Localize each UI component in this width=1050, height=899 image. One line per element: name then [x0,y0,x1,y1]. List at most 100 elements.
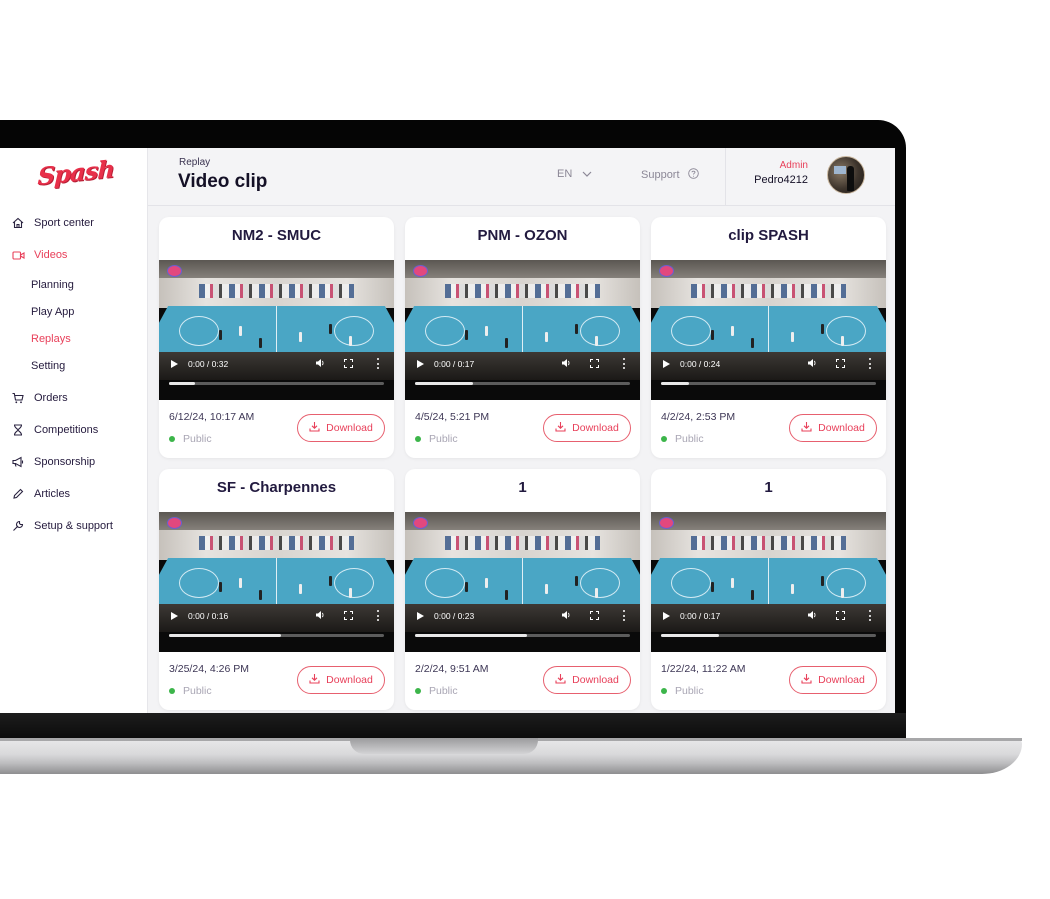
volume-icon[interactable] [561,610,571,623]
more-options-icon[interactable] [869,610,872,621]
video-progress-bar[interactable] [415,634,630,637]
fullscreen-icon[interactable] [590,611,599,620]
user-info[interactable]: Admin Pedro4212 [738,160,808,186]
sidebar-item-label: Setup & support [34,520,113,532]
visibility-status: Public [169,685,212,697]
cart-icon [11,391,25,405]
sidebar-item-articles[interactable]: Articles [0,482,148,506]
play-icon[interactable] [171,360,178,368]
more-options-icon[interactable] [623,358,626,369]
video-buffered-fill [661,382,689,385]
play-icon[interactable] [171,612,178,620]
visibility-status: Public [661,685,704,697]
laptop-chin [0,713,906,738]
sidebar-item-label: Articles [34,488,71,500]
spash-logo[interactable]: Spash [37,154,114,198]
sidebar-item-label: Sport center [34,217,94,229]
sidebar-item-sport-center[interactable]: Sport center [0,211,148,235]
laptop-notch [350,738,538,754]
volume-icon[interactable] [807,610,817,623]
fullscreen-icon[interactable] [836,611,845,620]
clip-title: clip SPASH [728,227,809,244]
more-options-icon[interactable] [377,358,380,369]
download-button[interactable]: Download [297,414,385,442]
video-time: 0:00 / 0:16 [188,611,229,621]
more-options-icon[interactable] [377,610,380,621]
volume-icon[interactable] [561,358,571,371]
sidebar-item-setup-support[interactable]: Setup & support [0,514,148,538]
visibility-label: Public [429,685,458,697]
sidebar-item-label: Competitions [34,424,99,436]
sidebar-item-orders[interactable]: Orders [0,386,148,410]
status-dot-icon [415,688,421,694]
video-controls: 0:00 / 0:32 [159,355,394,375]
video-player[interactable]: 0:00 / 0:32 [159,260,394,400]
video-progress-bar[interactable] [169,382,384,385]
status-dot-icon [169,688,175,694]
more-options-icon[interactable] [623,610,626,621]
video-player[interactable]: 0:00 / 0:17 [405,260,640,400]
trophy-icon [11,423,25,437]
avatar[interactable] [827,156,865,194]
breadcrumb[interactable]: Replay [179,157,210,168]
sidebar-subitem-replays[interactable]: Replays [31,330,71,348]
volume-icon[interactable] [807,358,817,371]
sidebar-item-videos[interactable]: Videos [0,243,148,267]
language-label: EN [557,168,573,180]
club-logo [413,265,428,277]
video-progress-bar[interactable] [415,382,630,385]
download-button[interactable]: Download [789,414,877,442]
support-label: Support [641,169,680,181]
laptop-mockup: Spash Sport center Videos Planning Play … [0,0,1050,899]
video-progress-bar[interactable] [169,634,384,637]
sidebar-subitem-planning[interactable]: Planning [31,276,74,294]
more-options-icon[interactable] [869,358,872,369]
video-player[interactable]: 0:00 / 0:16 [159,512,394,652]
visibility-status: Public [169,433,212,445]
video-progress-bar[interactable] [661,634,876,637]
download-button[interactable]: Download [789,666,877,694]
status-dot-icon [415,436,421,442]
video-clip-card: 1 0:00 / 0:17 1/22/24, 11:22 AM Public D… [651,469,886,710]
chevron-down-icon [582,168,592,180]
clip-date: 2/2/24, 9:51 AM [415,663,489,675]
sidebar-item-sponsorship[interactable]: Sponsorship [0,450,148,474]
clip-title: PNM - OZON [477,227,568,244]
video-controls: 0:00 / 0:23 [405,607,640,627]
clip-title: 1 [764,479,773,496]
download-button[interactable]: Download [543,414,631,442]
play-icon[interactable] [417,360,424,368]
visibility-status: Public [415,433,458,445]
sidebar-subitem-setting[interactable]: Setting [31,357,65,375]
language-selector[interactable]: EN [557,168,592,180]
fullscreen-icon[interactable] [344,611,353,620]
visibility-label: Public [183,433,212,445]
video-progress-bar[interactable] [661,382,876,385]
sidebar-item-competitions[interactable]: Competitions [0,418,148,442]
status-dot-icon [661,436,667,442]
play-icon[interactable] [663,360,670,368]
visibility-label: Public [675,685,704,697]
sidebar: Spash Sport center Videos Planning Play … [0,148,148,713]
play-icon[interactable] [663,612,670,620]
video-player[interactable]: 0:00 / 0:17 [651,512,886,652]
play-icon[interactable] [417,612,424,620]
download-label: Download [326,674,373,686]
download-button[interactable]: Download [297,666,385,694]
support-link[interactable]: Support [641,168,699,182]
video-player[interactable]: 0:00 / 0:24 [651,260,886,400]
visibility-label: Public [675,433,704,445]
sidebar-item-label: Orders [34,392,68,404]
volume-icon[interactable] [315,610,325,623]
visibility-label: Public [183,685,212,697]
fullscreen-icon[interactable] [590,359,599,368]
sidebar-subitem-play-app[interactable]: Play App [31,303,74,321]
top-header: Replay Video clip EN Support Admin Pedro… [148,148,895,206]
download-label: Download [818,422,865,434]
fullscreen-icon[interactable] [836,359,845,368]
volume-icon[interactable] [315,358,325,371]
video-player[interactable]: 0:00 / 0:23 [405,512,640,652]
fullscreen-icon[interactable] [344,359,353,368]
download-button[interactable]: Download [543,666,631,694]
club-logo [167,517,182,529]
